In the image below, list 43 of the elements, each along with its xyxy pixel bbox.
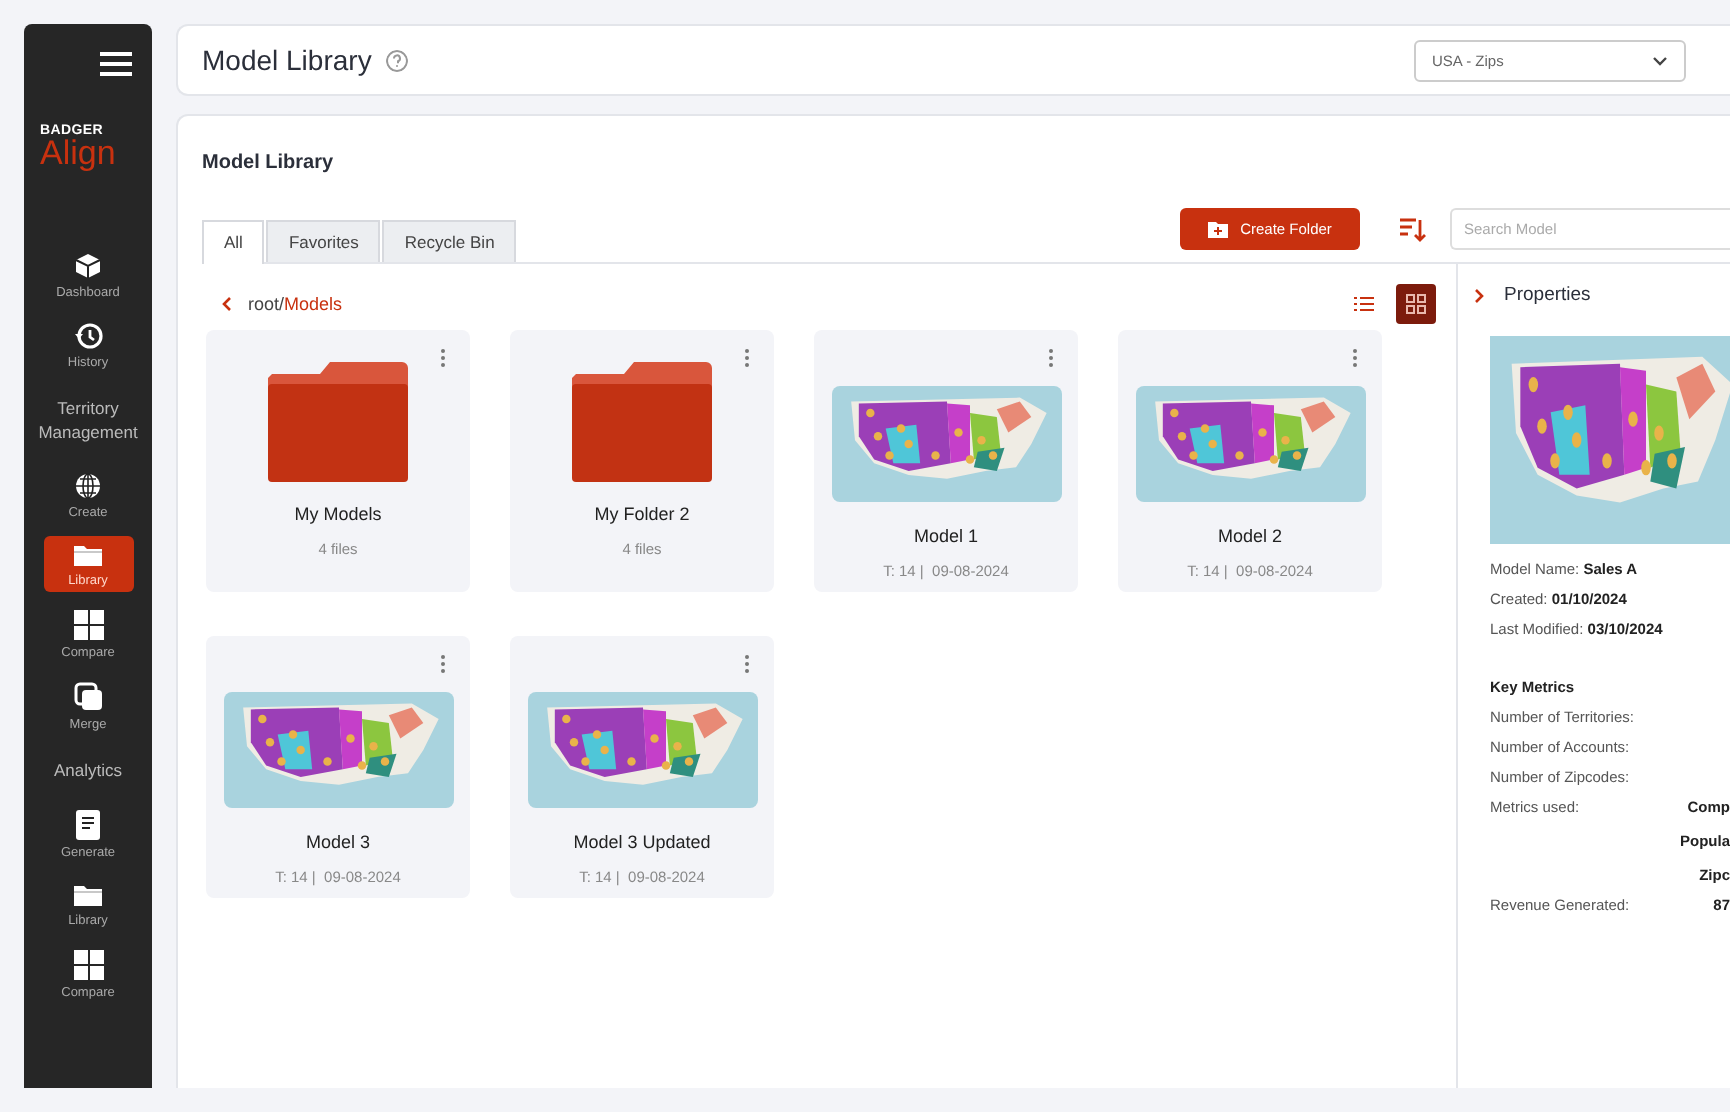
- tab[interactable]: All: [202, 220, 265, 264]
- breadcrumb[interactable]: root/Models: [248, 294, 343, 314]
- folder-icon: [72, 881, 104, 908]
- card-title: My Folder 2: [594, 504, 690, 524]
- card-title: Model 1: [913, 526, 979, 546]
- tab[interactable]: Favorites: [266, 220, 381, 262]
- history-icon: [73, 322, 103, 350]
- chevron-down-icon: [1652, 55, 1668, 65]
- panel-title: Properties: [1504, 284, 1591, 306]
- document-icon: [76, 809, 100, 840]
- list-icon: [1354, 296, 1374, 312]
- back-chevron-icon[interactable]: [222, 296, 232, 312]
- stacked-squares-icon: [73, 681, 103, 712]
- sidebar-section-title: Territory Management: [36, 398, 140, 446]
- more-options-icon[interactable]: [744, 654, 750, 674]
- grid-view-button[interactable]: [1396, 284, 1436, 324]
- grid-icon: [73, 609, 103, 640]
- grid-icon: [1406, 294, 1426, 314]
- logo: Align: [40, 136, 116, 170]
- card-title: Model 3: [305, 832, 371, 852]
- more-options-icon[interactable]: [744, 348, 750, 368]
- more-options-icon[interactable]: [440, 348, 446, 368]
- section-title: Model Library: [202, 152, 336, 174]
- page-title: Model Library: [202, 44, 372, 76]
- tab[interactable]: Recycle Bin: [382, 220, 517, 262]
- more-options-icon[interactable]: [440, 654, 446, 674]
- help-icon[interactable]: [385, 49, 408, 71]
- folder-icon: [72, 541, 104, 568]
- card-title: Model 3 Updated: [573, 832, 711, 852]
- menu-icon[interactable]: [100, 52, 132, 76]
- card-title: My Models: [294, 504, 382, 524]
- folder-plus-icon: [1208, 221, 1229, 237]
- card-title: Model 2: [1217, 526, 1283, 546]
- sidebar-section-title: Analytics: [53, 759, 122, 784]
- cube-icon: [74, 252, 102, 280]
- sort-icon[interactable]: [1400, 217, 1426, 241]
- folder-icon: [572, 358, 712, 482]
- more-options-icon[interactable]: [1048, 348, 1054, 368]
- folder-icon: [268, 358, 408, 482]
- more-options-icon[interactable]: [1352, 348, 1358, 368]
- expand-chevron-icon[interactable]: [1474, 287, 1484, 303]
- grid-icon: [73, 949, 103, 980]
- globe-icon: [74, 471, 102, 500]
